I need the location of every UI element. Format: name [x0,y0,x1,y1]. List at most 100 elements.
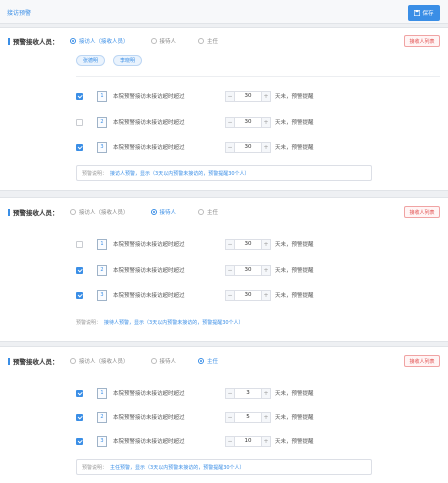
document-icon: 2 [97,411,107,423]
note-label: 预警说明： [76,319,102,326]
radio-dot [150,209,157,215]
radio-dot [150,358,157,364]
condition-checkbox[interactable] [76,413,83,421]
days-value[interactable]: 5 [235,411,261,423]
radio-option-2[interactable]: 接待人 [150,37,176,45]
note-text: 接访人预警，显示（3天以内预警未接访的，预警提醒30个人） [110,170,250,177]
document-icon: 1 [97,238,107,250]
days-value[interactable]: 30 [235,264,261,276]
alert-note-input[interactable]: 预警说明： 主任预警，显示（3天以内预警未接访的，预警提醒30个人） [76,459,372,475]
document-icon: 2 [97,116,107,128]
days-value[interactable]: 10 [235,435,261,447]
days-stepper[interactable]: −30 + [225,238,271,250]
plus-icon[interactable]: + [261,90,271,102]
days-stepper[interactable]: −3 + [225,387,271,399]
radio-dot [150,38,157,44]
condition-row: 2 本院预警接访未接访超时超过 −30 + 天未，预警提醒 [76,264,314,276]
document-icon: 3 [97,141,107,153]
days-stepper[interactable]: −30 + [225,264,271,276]
radio-option-3[interactable]: 主任 [198,37,218,45]
condition-row: 1 本院预警接访未接访超时超过 −30 + 天未，预警提醒 [76,238,314,250]
recipient-list-button[interactable]: 接收人列表 [404,35,440,47]
condition-checkbox[interactable] [76,240,83,248]
condition-checkbox[interactable] [76,389,83,397]
days-stepper[interactable]: −30 + [225,116,271,128]
days-stepper[interactable]: −30 + [225,141,271,153]
condition-text: 本院预警接访未接访超时超过 [113,94,185,100]
plus-icon[interactable]: + [261,116,271,128]
condition-unit: 天未，预警提醒 [275,293,314,299]
plus-icon[interactable]: + [261,264,271,276]
plus-icon[interactable]: + [261,387,271,399]
minus-icon[interactable]: − [225,289,235,301]
document-icon: 3 [97,289,107,301]
recipient-list-button[interactable]: 接收人列表 [404,206,440,218]
condition-text: 本院预警接访未接访超时超过 [113,242,185,248]
alert-panel-1: 预警接收人员： 接访人（接收人员） 接待人 主任 接收人列表 张德明 李晓明 1… [0,27,448,191]
condition-checkbox[interactable] [76,266,83,274]
divider [76,76,440,77]
condition-text: 本院预警接访未接访超时超过 [113,293,185,299]
condition-unit: 天未，预警提醒 [275,94,314,100]
days-stepper[interactable]: −30 + [225,289,271,301]
days-value[interactable]: 30 [235,238,261,250]
radio-option-2[interactable]: 接待人 [150,208,176,216]
condition-checkbox[interactable] [76,143,83,151]
radio-option-2[interactable]: 接待人 [150,357,176,365]
plus-icon[interactable]: + [261,238,271,250]
document-icon: 1 [97,387,107,399]
condition-text: 本院预警接访未接访超时超过 [113,415,185,421]
radio-option-1[interactable]: 接访人（接收人员） [70,208,129,216]
condition-checkbox[interactable] [76,118,83,126]
condition-unit: 天未，预警提醒 [275,120,314,126]
radio-option-3[interactable]: 主任 [198,208,218,216]
days-value[interactable]: 3 [235,387,261,399]
days-value[interactable]: 30 [235,90,261,102]
minus-icon[interactable]: − [225,435,235,447]
alert-note-input[interactable]: 预警说明： 接访人预警，显示（3天以内预警未接访的，预警提醒30个人） [76,165,372,181]
radio-dot [198,38,205,44]
radio-option-1[interactable]: 接访人（接收人员） [70,37,129,45]
minus-icon[interactable]: − [225,116,235,128]
days-stepper[interactable]: −30 + [225,90,271,102]
days-value[interactable]: 30 [235,141,261,153]
condition-row: 2 本院预警接访未接访超时超过 −5 + 天未，预警提醒 [76,411,314,423]
plus-icon[interactable]: + [261,411,271,423]
days-stepper[interactable]: −10 + [225,435,271,447]
document-icon: 1 [97,90,107,102]
alert-note: 预警说明： 接待人预警，显示（3天以内预警未接访的，预警提醒30个人） [76,316,372,328]
breadcrumb[interactable]: 接访预警 [7,8,31,17]
save-button[interactable]: 保存 [408,5,440,21]
plus-icon[interactable]: + [261,289,271,301]
minus-icon[interactable]: − [225,90,235,102]
radio-dot [198,358,205,364]
recipient-row: 预警接收人员： 接访人（接收人员） 接待人 主任 [8,36,240,46]
plus-icon[interactable]: + [261,141,271,153]
top-bar: 接访预警 保存 [0,0,448,24]
days-value[interactable]: 30 [235,116,261,128]
recipient-chips: 张德明 李晓明 [76,55,143,66]
plus-icon[interactable]: + [261,435,271,447]
condition-row: 1 本院预警接访未接访超时超过 −30 + 天未，预警提醒 [76,90,314,102]
recipient-chip[interactable]: 张德明 [76,55,106,66]
condition-checkbox[interactable] [76,291,83,299]
minus-icon[interactable]: − [225,411,235,423]
condition-checkbox[interactable] [76,437,83,445]
minus-icon[interactable]: − [225,387,235,399]
condition-checkbox[interactable] [76,92,83,100]
recipient-list-button[interactable]: 接收人列表 [404,355,440,367]
days-value[interactable]: 30 [235,289,261,301]
condition-text: 本院预警接访未接访超时超过 [113,439,185,445]
minus-icon[interactable]: − [225,264,235,276]
radio-option-1[interactable]: 接访人（接收人员） [70,357,129,365]
condition-row: 1 本院预警接访未接访超时超过 −3 + 天未，预警提醒 [76,387,314,399]
condition-text: 本院预警接访未接访超时超过 [113,120,185,126]
recipient-label: 预警接收人员： [8,207,70,217]
days-stepper[interactable]: −5 + [225,411,271,423]
alert-panel-2: 预警接收人员： 接访人（接收人员） 接待人 主任 接收人列表 1 本院预警接访未… [0,197,448,342]
minus-icon[interactable]: − [225,238,235,250]
minus-icon[interactable]: − [225,141,235,153]
condition-text: 本院预警接访未接访超时超过 [113,145,185,151]
radio-option-3[interactable]: 主任 [198,357,218,365]
recipient-chip[interactable]: 李晓明 [113,55,143,66]
